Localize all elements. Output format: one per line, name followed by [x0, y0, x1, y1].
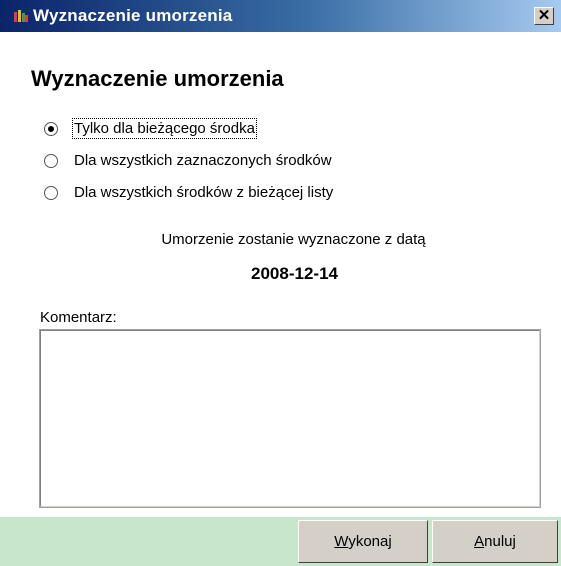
close-icon: ✕: [537, 7, 551, 24]
execute-button[interactable]: Wykonaj: [298, 520, 428, 563]
window-title: Wyznaczenie umorzenia: [33, 6, 233, 25]
depreciation-date: 2008-12-14: [251, 264, 338, 283]
date-row: 2008-12-14: [0, 264, 561, 284]
radio-button-selected-assets[interactable]: [44, 154, 58, 168]
dialog-heading: Wyznaczenie umorzenia: [31, 66, 284, 91]
depreciation-info-text: Umorzenie zostanie wyznaczone z datą: [161, 231, 426, 248]
info-text-row: Umorzenie zostanie wyznaczone z datą: [0, 231, 561, 248]
execute-label-rest: ykonaj: [348, 533, 392, 550]
radio-button-current-asset[interactable]: [44, 122, 58, 136]
cancel-button[interactable]: Anuluj: [432, 520, 558, 563]
radio-label-selected-assets[interactable]: Dla wszystkich zaznaczonych środków: [74, 152, 332, 169]
radio-button-all-list-assets[interactable]: [44, 186, 58, 200]
radio-label-all-list-assets[interactable]: Dla wszystkich środków z bieżącej listy: [74, 184, 333, 201]
window-titlebar[interactable]: Wyznaczenie umorzenia ✕: [0, 0, 561, 32]
app-icon: [14, 10, 28, 22]
close-button[interactable]: ✕: [534, 7, 554, 25]
cancel-accelerator: A: [474, 533, 485, 550]
cancel-label-rest: nuluj: [484, 533, 516, 550]
radio-label-current-asset[interactable]: Tylko dla bieżącego środka: [72, 118, 257, 139]
comment-label: Komentarz:: [40, 309, 117, 326]
radio-selected-dot: [48, 126, 54, 132]
comment-textarea[interactable]: [39, 329, 541, 508]
execute-accelerator: W: [334, 533, 349, 550]
